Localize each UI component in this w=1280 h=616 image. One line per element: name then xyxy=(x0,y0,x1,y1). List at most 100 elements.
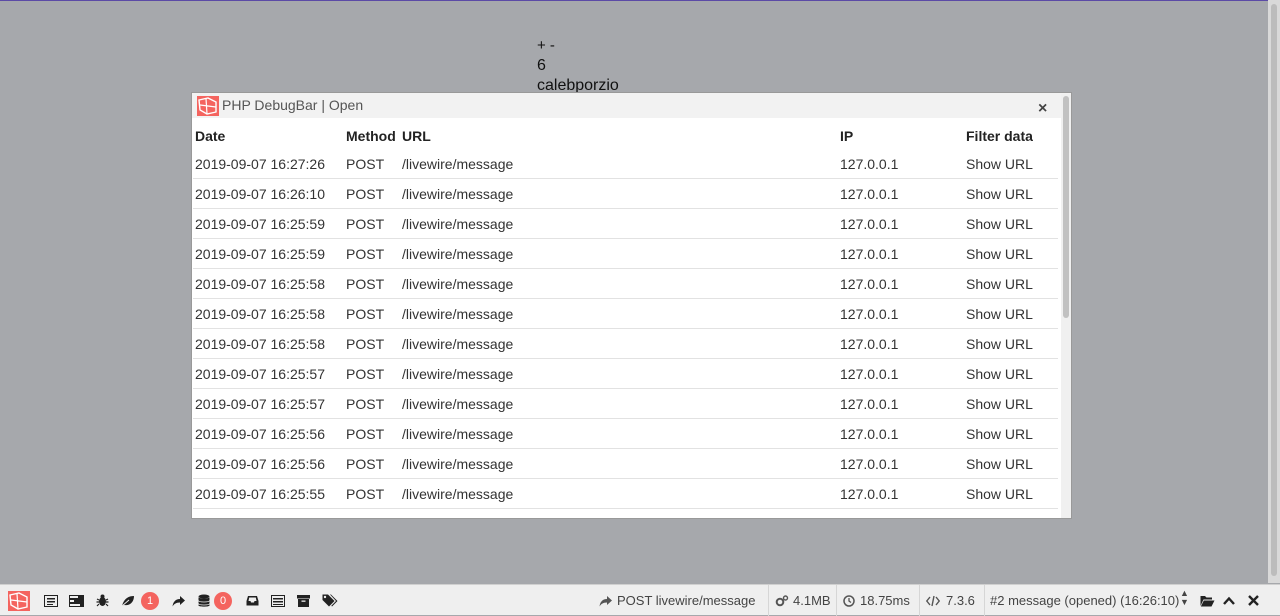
cell-ip: 127.0.0.1 xyxy=(838,448,964,479)
table-row[interactable]: 2019-09-07 16:25:55POST/livewire/message… xyxy=(193,478,1058,509)
tab-exceptions[interactable] xyxy=(96,585,109,616)
cell-method: POST xyxy=(343,418,400,449)
list-alt-icon xyxy=(44,594,58,607)
show-url-link[interactable]: Show URL xyxy=(964,358,1058,389)
modal-scrollbar[interactable] xyxy=(1061,94,1071,518)
cell-date: 2019-09-07 16:25:58 xyxy=(193,268,343,299)
open-button[interactable] xyxy=(1200,585,1215,616)
table-row[interactable]: 2019-09-07 16:25:57 POST/livewire/message… xyxy=(193,388,1058,419)
show-url-link[interactable]: Show URL xyxy=(964,178,1058,209)
tab-timeline[interactable] xyxy=(69,585,84,616)
column-header-ip: IP xyxy=(840,128,854,144)
debugbar-logo-icon xyxy=(197,96,219,116)
counter-value: 6 xyxy=(537,57,546,74)
request-info: POST livewire/message xyxy=(599,585,755,616)
cell-url: /livewire/message xyxy=(400,418,838,449)
memory-label: 4.1MB xyxy=(793,593,831,608)
tab-messages[interactable] xyxy=(44,585,58,616)
livewire-counter: + - 6 calebporzio xyxy=(537,36,619,96)
page-scrollbar[interactable] xyxy=(1268,0,1280,583)
show-url-link[interactable]: Show URL xyxy=(964,208,1058,239)
show-url-link[interactable]: Show URL xyxy=(964,448,1058,479)
debugbar: 1 0 POST livewire/message 4.1MB 18.75ms … xyxy=(0,584,1280,616)
close-debugbar-button[interactable] xyxy=(1248,585,1259,616)
cell-date: 2019-09-07 16:26:10 xyxy=(193,178,343,209)
requests-table: Date Method URL IP Filter data 2019-09-0… xyxy=(193,127,1058,518)
cell-method: POST xyxy=(343,478,400,509)
table-row[interactable]: 2019-09-07 16:25:58 POST/livewire/message… xyxy=(193,268,1058,299)
cell-date: 2019-09-07 16:25:55 xyxy=(193,478,343,509)
tab-session[interactable] xyxy=(297,585,310,616)
tab-request[interactable] xyxy=(271,585,285,616)
show-url-link[interactable]: Show URL xyxy=(964,238,1058,269)
dataset-select[interactable]: #2 message (opened) (16:26:10) xyxy=(990,589,1188,611)
show-url-link[interactable]: Show URL xyxy=(964,388,1058,419)
page-scrollbar-thumb[interactable] xyxy=(1271,4,1277,576)
cell-url: /livewire/message xyxy=(400,149,838,179)
table-row[interactable]: 2019-09-07 16:25:59 POST/livewire/message… xyxy=(193,238,1058,269)
show-url-link[interactable]: Show URL xyxy=(964,418,1058,449)
cell-ip: 127.0.0.1 xyxy=(838,328,964,359)
column-header-method: Method xyxy=(346,128,396,144)
select-arrows-icon[interactable]: ▲ ▼ xyxy=(1180,589,1189,607)
table-row[interactable]: 2019-09-07 16:25:59 POST/livewire/message… xyxy=(193,208,1058,239)
tab-queries[interactable]: 0 xyxy=(198,585,232,616)
tab-mails[interactable] xyxy=(246,585,259,616)
cell-date: 2019-09-07 16:25:57 xyxy=(193,358,343,389)
show-url-link[interactable]: Show URL xyxy=(964,268,1058,299)
leaf-icon xyxy=(121,595,134,606)
table-row[interactable]: 2019-09-07 16:25:58 POST/livewire/message… xyxy=(193,328,1058,359)
table-row[interactable]: 2019-09-07 16:25:56 POST/livewire/message… xyxy=(193,418,1058,449)
cell-date: 2019-09-07 16:25:57 xyxy=(193,388,343,419)
tab-models[interactable] xyxy=(322,585,338,616)
cell-method: POST xyxy=(343,388,400,419)
table-row[interactable]: 2019-09-07 16:27:26 POST/livewire/message… xyxy=(193,149,1058,179)
views-count-badge: 1 xyxy=(141,591,159,610)
cell-ip: 127.0.0.1 xyxy=(838,178,964,209)
table-row[interactable]: 2019-09-07 16:25:58 POST/livewire/message… xyxy=(193,298,1058,329)
share-icon xyxy=(599,595,612,606)
table-row[interactable]: 2019-09-07 16:25:56 POST/livewire/message… xyxy=(193,448,1058,479)
show-url-link[interactable]: Show URL xyxy=(964,328,1058,359)
folder-open-icon xyxy=(1200,595,1215,606)
close-icon[interactable]: × xyxy=(1038,101,1047,117)
tab-route[interactable] xyxy=(172,585,185,616)
show-url-link[interactable]: Show URL xyxy=(964,508,1058,518)
cell-url: /livewire/message xyxy=(400,448,838,479)
show-url-link[interactable]: Show URL xyxy=(964,149,1058,179)
cell-method: POST xyxy=(343,178,400,209)
cell-url: /livewire/message xyxy=(400,298,838,329)
clock-icon xyxy=(843,594,855,607)
code-icon xyxy=(926,595,940,606)
cell-ip: 127.0.0.1 xyxy=(838,478,964,509)
cell-url: /livewire/message xyxy=(400,388,838,419)
cell-ip: 127.0.0.1 xyxy=(838,358,964,389)
counter-controls[interactable]: + - xyxy=(537,36,619,56)
show-url-link[interactable]: Show URL xyxy=(964,298,1058,329)
cell-method: POST xyxy=(343,508,400,518)
show-url-link[interactable]: Show URL xyxy=(964,478,1058,509)
archive-icon xyxy=(297,594,310,607)
cell-url: /livewire/message xyxy=(400,358,838,389)
request-label: POST livewire/message xyxy=(617,593,756,608)
modal-scrollbar-thumb[interactable] xyxy=(1063,96,1069,318)
table-row[interactable]: 2019-09-07 16:25:55POST/livewire/message… xyxy=(193,508,1058,518)
cell-url: /livewire/message xyxy=(400,328,838,359)
maximize-button[interactable] xyxy=(1223,585,1235,616)
cell-method: POST xyxy=(343,448,400,479)
cell-date: 2019-09-07 16:25:58 xyxy=(193,298,343,329)
cell-date: 2019-09-07 16:25:56 xyxy=(193,448,343,479)
divider xyxy=(984,585,985,616)
chevron-up-icon xyxy=(1223,596,1235,605)
divider xyxy=(919,585,920,616)
cell-method: POST xyxy=(343,358,400,389)
tab-views[interactable]: 1 xyxy=(121,585,159,616)
table-row[interactable]: 2019-09-07 16:25:57 POST/livewire/message… xyxy=(193,358,1058,389)
page-top-border xyxy=(0,0,1280,1)
debugbar-logo-icon[interactable] xyxy=(8,591,30,611)
cell-ip: 127.0.0.1 xyxy=(838,508,964,518)
cell-method: POST xyxy=(343,298,400,329)
table-row[interactable]: 2019-09-07 16:26:10 POST/livewire/message… xyxy=(193,178,1058,209)
cell-date: 2019-09-07 16:25:55 xyxy=(193,508,343,518)
divider xyxy=(836,585,837,616)
